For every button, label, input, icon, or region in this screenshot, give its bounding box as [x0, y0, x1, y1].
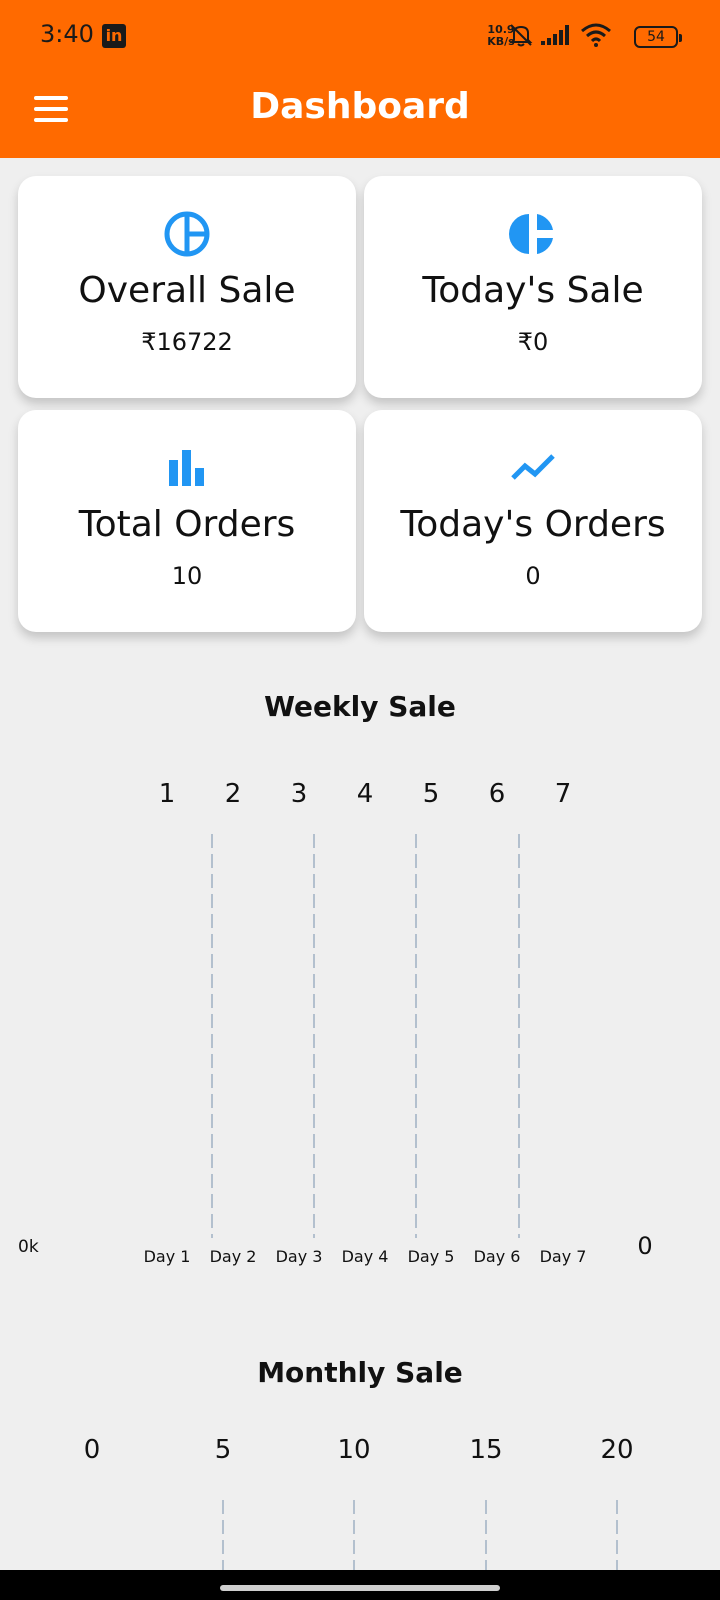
week-top-label: 1 — [159, 779, 176, 809]
overall-sale-card[interactable]: Overall Sale ₹16722 — [18, 176, 356, 398]
card-value: ₹0 — [517, 328, 549, 356]
monthly-sale-chart: 0 5 10 15 20 — [84, 1435, 634, 1570]
week-day-label: Day 1 — [144, 1247, 191, 1266]
trend-line-icon — [511, 454, 555, 480]
system-nav-bar — [0, 1570, 720, 1600]
card-title: Overall Sale — [78, 270, 296, 311]
month-top-label: 0 — [84, 1435, 101, 1465]
app-bar: Dashboard — [0, 72, 720, 158]
signal-icon — [541, 25, 569, 45]
status-bar: 3:40 in 10.9 KB/s 54 — [0, 0, 720, 72]
battery-indicator: 54 — [634, 26, 682, 48]
week-top-label: 2 — [225, 779, 242, 809]
mute-bell-icon — [509, 24, 533, 47]
linkedin-icon: in — [102, 24, 126, 48]
status-time: 3:40 — [40, 20, 94, 48]
card-value: 0 — [525, 562, 541, 590]
week-top-label: 7 — [555, 779, 572, 809]
y-axis-left-label: 0k — [18, 1237, 39, 1257]
bar-chart-icon — [169, 450, 204, 486]
card-title: Today's Sale — [422, 270, 644, 311]
week-day-label: Day 2 — [210, 1247, 257, 1266]
week-day-label: Day 6 — [474, 1247, 521, 1266]
monthly-sale-title: Monthly Sale — [257, 1356, 463, 1389]
week-top-label: 6 — [489, 779, 506, 809]
todays-sale-card[interactable]: Today's Sale ₹0 — [364, 176, 702, 398]
week-day-label: Day 4 — [342, 1247, 389, 1266]
month-top-label: 10 — [337, 1435, 370, 1465]
pie-chart-filled-icon — [509, 214, 553, 254]
week-day-label: Day 7 — [540, 1247, 587, 1266]
total-orders-card[interactable]: Total Orders 10 — [18, 410, 356, 632]
week-top-label: 5 — [423, 779, 440, 809]
month-top-label: 20 — [600, 1435, 633, 1465]
todays-orders-card[interactable]: Today's Orders 0 — [364, 410, 702, 632]
y-axis-right-label: 0 — [637, 1232, 652, 1260]
weekly-sale-title: Weekly Sale — [264, 690, 456, 723]
card-title: Today's Orders — [400, 504, 666, 545]
wifi-icon — [581, 23, 611, 47]
week-day-label: Day 3 — [276, 1247, 323, 1266]
pie-chart-outline-icon — [164, 211, 210, 257]
week-day-label: Day 5 — [408, 1247, 455, 1266]
card-value: 10 — [171, 562, 203, 590]
card-title: Total Orders — [78, 504, 296, 545]
week-top-label: 4 — [357, 779, 374, 809]
week-top-label: 3 — [291, 779, 308, 809]
month-top-label: 15 — [469, 1435, 502, 1465]
home-gesture-handle[interactable] — [220, 1585, 500, 1591]
month-top-label: 5 — [215, 1435, 232, 1465]
card-value: ₹16722 — [141, 328, 233, 356]
weekly-sale-chart: 1 2 3 4 5 6 7 Day 1 Day 2 Day 3 Day 4 Day 5 Day 6 Day… — [18, 779, 653, 1266]
page-title: Dashboard — [250, 86, 470, 127]
